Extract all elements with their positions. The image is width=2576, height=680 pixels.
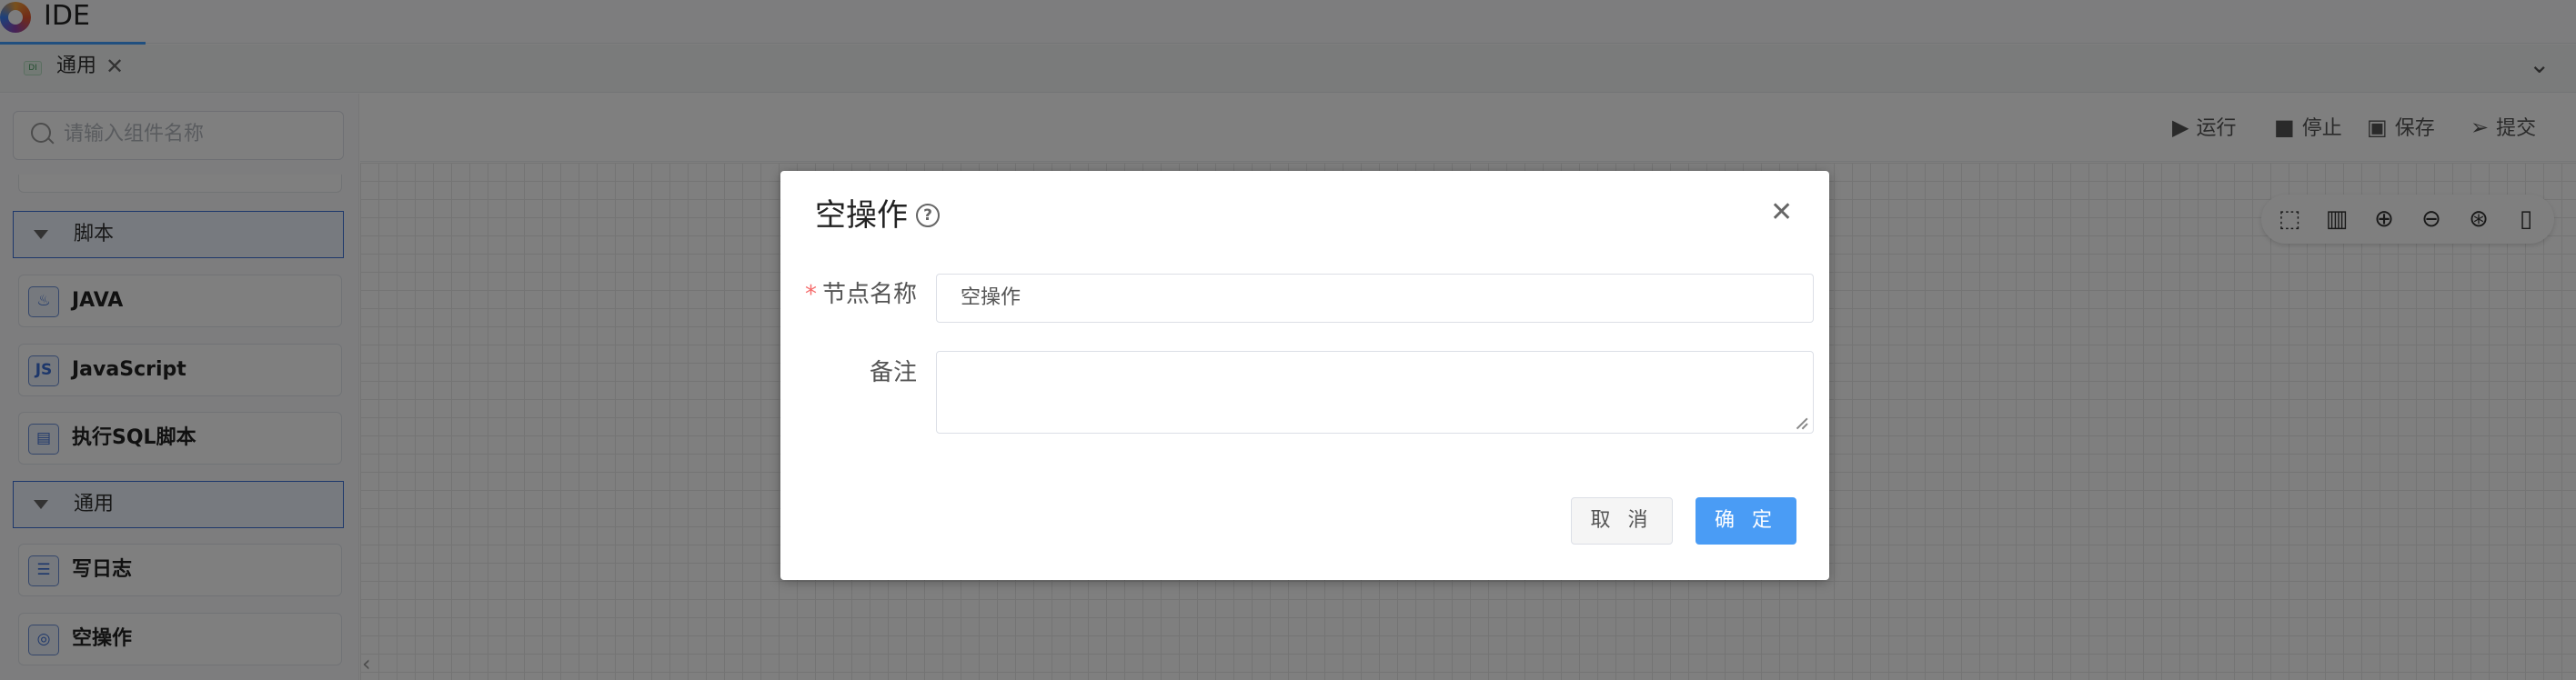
node-name-value: 空操作 [961,286,1021,309]
dialog-title: 空操作 [815,197,908,234]
help-icon[interactable]: ? [916,204,940,227]
remark-textarea[interactable] [936,351,1814,434]
node-name-label: * 节点名称 [804,281,917,308]
dialog-close-icon[interactable]: ✕ [1770,195,1793,231]
remark-label: 备注 [869,359,917,386]
node-name-input[interactable] [936,274,1814,323]
required-asterisk: * [804,281,817,308]
resize-grip-icon[interactable] [1796,416,1808,429]
confirm-button[interactable]: 确 定 [1696,497,1796,545]
cancel-button[interactable]: 取 消 [1571,497,1673,545]
